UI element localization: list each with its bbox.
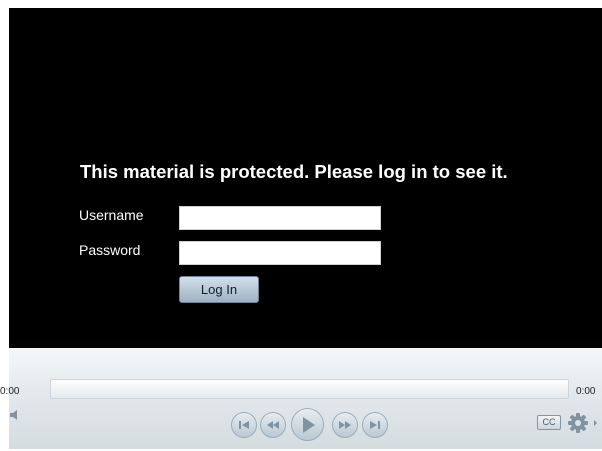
username-input[interactable]: [179, 206, 381, 230]
seek-bar[interactable]: [50, 379, 569, 399]
rewind-button[interactable]: [260, 412, 286, 438]
password-label: Password: [79, 242, 141, 258]
play-icon: [302, 416, 315, 433]
play-button[interactable]: [291, 408, 324, 441]
login-button[interactable]: Log In: [179, 276, 259, 303]
video-screen: This material is protected. Please log i…: [9, 8, 602, 348]
total-time: 0:00: [576, 386, 596, 397]
password-input[interactable]: [179, 241, 381, 265]
closed-captions-button[interactable]: CC: [537, 415, 561, 430]
next-button[interactable]: [362, 412, 388, 438]
next-icon: [370, 421, 380, 429]
player-control-bar: 0:00 0:00 CC: [0, 348, 602, 449]
rewind-icon: [267, 421, 279, 429]
video-player: This material is protected. Please log i…: [0, 8, 602, 449]
settings-gear-icon: [568, 413, 597, 433]
username-label: Username: [79, 207, 144, 223]
fast-forward-icon: [339, 421, 351, 429]
current-time: 0:00: [0, 386, 20, 397]
previous-icon: [239, 421, 249, 429]
fast-forward-button[interactable]: [332, 412, 358, 438]
volume-icon[interactable]: [8, 408, 22, 427]
login-message: This material is protected. Please log i…: [80, 161, 508, 182]
previous-button[interactable]: [231, 412, 257, 438]
settings-button[interactable]: [567, 412, 599, 434]
